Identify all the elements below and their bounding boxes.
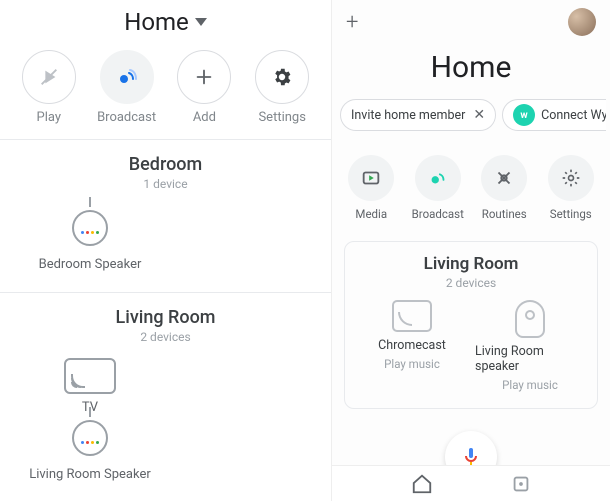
square-dot-icon <box>510 473 532 495</box>
device-bedroom-speaker[interactable]: Bedroom Speaker <box>10 205 170 272</box>
google-home-icon <box>515 300 545 338</box>
media-icon <box>348 155 394 201</box>
room-name: Bedroom <box>10 154 321 175</box>
settings-action[interactable]: Settings <box>247 50 317 125</box>
settings-label: Settings <box>258 110 305 125</box>
chip-invite-member[interactable]: Invite home member ✕ <box>340 99 496 131</box>
left-screen: Home Play Broadcast Add <box>0 0 332 501</box>
gear-icon <box>255 50 309 104</box>
speaker-mini-icon <box>67 205 113 251</box>
right-screen: + Home Invite home member ✕ w Connect Wy… <box>332 0 610 501</box>
settings-action[interactable]: Settings <box>539 155 603 221</box>
media-action[interactable]: Media <box>339 155 403 221</box>
nav-home[interactable] <box>411 473 433 495</box>
routines-label: Routines <box>482 207 527 221</box>
home-title: Home <box>124 8 189 36</box>
media-label: Media <box>355 207 387 221</box>
chip-label: Connect WyzeCa <box>541 108 606 123</box>
room-card-living-room: Living Room 2 devices Chromecast Play mu… <box>344 241 598 409</box>
chromecast-icon <box>392 300 432 332</box>
home-selector[interactable]: Home <box>0 0 331 50</box>
device-label: Living Room speaker <box>475 344 585 374</box>
quick-actions-row: Media Broadcast Routines Settings <box>336 155 606 221</box>
quick-actions-row: Play Broadcast Add Settings <box>0 50 331 139</box>
device-label: Bedroom Speaker <box>39 257 142 272</box>
routines-action[interactable]: Routines <box>472 155 536 221</box>
room-name: Living Room <box>353 254 589 274</box>
gear-icon <box>548 155 594 201</box>
device-label: Chromecast <box>378 338 446 353</box>
bottom-nav <box>332 465 610 501</box>
play-crossed-icon <box>22 50 76 104</box>
suggestion-chips: Invite home member ✕ w Connect WyzeCa <box>336 99 606 131</box>
speaker-mini-icon <box>67 415 113 461</box>
settings-label: Settings <box>550 207 592 221</box>
add-button[interactable]: + <box>346 10 358 35</box>
room-name: Living Room <box>10 307 321 328</box>
nav-secondary[interactable] <box>510 473 532 495</box>
broadcast-icon <box>415 155 461 201</box>
room-device-count: 2 devices <box>10 330 321 344</box>
chip-connect-wyze[interactable]: w Connect WyzeCa <box>502 99 606 131</box>
home-title: Home <box>336 50 606 85</box>
room-living-room: Living Room 2 devices TV Living Room Spe… <box>0 292 331 501</box>
close-icon[interactable]: ✕ <box>473 107 485 123</box>
routines-icon <box>481 155 527 201</box>
home-outline-icon <box>411 473 433 495</box>
play-label: Play <box>37 110 62 125</box>
chevron-down-icon <box>195 18 207 26</box>
broadcast-label: Broadcast <box>97 110 156 125</box>
device-lr-speaker[interactable]: Living Room Speaker <box>10 415 170 482</box>
room-device-count: 2 devices <box>353 276 589 290</box>
avatar[interactable] <box>568 8 596 36</box>
broadcast-action[interactable]: Broadcast <box>406 155 470 221</box>
device-chromecast[interactable]: Chromecast Play music <box>357 300 467 392</box>
add-label: Add <box>193 110 216 125</box>
room-bedroom: Bedroom 1 device Bedroom Speaker <box>0 139 331 292</box>
cast-tv-icon <box>64 358 116 394</box>
broadcast-icon <box>100 50 154 104</box>
device-sublabel: Play music <box>502 378 558 392</box>
room-device-count: 1 device <box>10 177 321 191</box>
broadcast-action[interactable]: Broadcast <box>92 50 162 125</box>
device-sublabel: Play music <box>384 357 440 371</box>
plus-icon <box>177 50 231 104</box>
play-action[interactable]: Play <box>14 50 84 125</box>
device-lr-speaker[interactable]: Living Room speaker Play music <box>475 300 585 392</box>
broadcast-label: Broadcast <box>412 207 464 221</box>
device-label: Living Room Speaker <box>29 467 151 482</box>
chip-label: Invite home member <box>351 108 465 123</box>
add-action[interactable]: Add <box>169 50 239 125</box>
wyze-badge-icon: w <box>513 104 535 126</box>
